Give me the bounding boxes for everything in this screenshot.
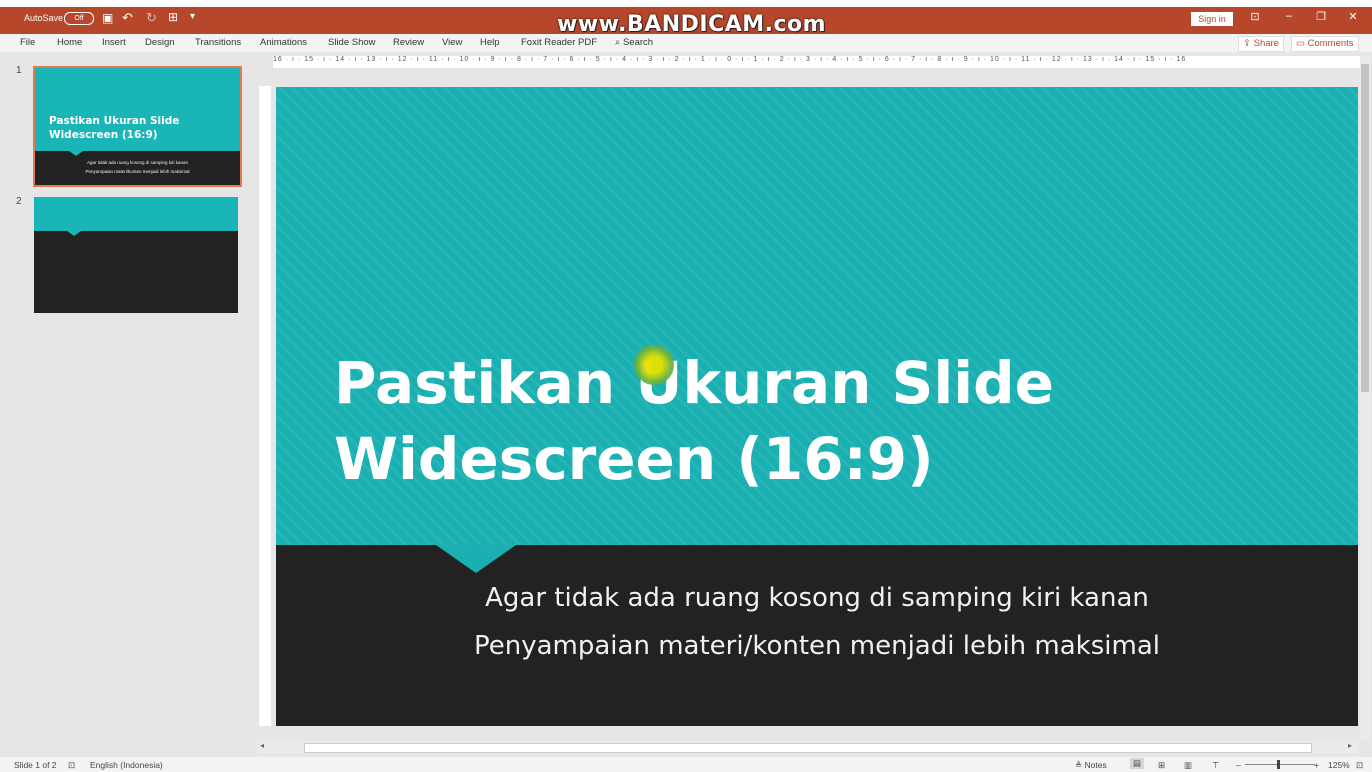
present-icon[interactable]: ⊞ <box>168 10 178 24</box>
tab-design[interactable]: Design <box>145 37 175 48</box>
tab-home[interactable]: Home <box>57 37 82 48</box>
search-box[interactable]: ⌕ Search <box>615 37 653 48</box>
horizontal-scrollbar[interactable]: ◂ ▸ <box>258 741 1358 753</box>
zoom-slider[interactable] <box>1245 764 1315 765</box>
slide-title-line1: Pastikan Ukuran Slide <box>334 349 1054 417</box>
slide-thumbnail-1[interactable]: Pastikan Ukuran Slide Widescreen (16:9) … <box>33 66 242 187</box>
spellcheck-icon[interactable]: ⊡ <box>68 760 75 771</box>
save-icon[interactable]: ▣ <box>102 11 113 25</box>
slide-sorter-icon[interactable]: ⊞ <box>1158 760 1165 771</box>
language-indicator[interactable]: English (Indonesia) <box>90 760 163 770</box>
zoom-level[interactable]: 125% <box>1328 760 1350 770</box>
thumb2-teal-band <box>34 197 238 231</box>
slide-notch <box>436 545 516 573</box>
comment-icon: ▭ <box>1296 38 1305 49</box>
tab-file[interactable]: File <box>20 37 35 48</box>
share-icon: ⇪ <box>1243 38 1251 49</box>
thumb1-sub-line2: Penyampaian materi/konten menjadi lebih … <box>85 169 190 174</box>
autosave-toggle[interactable]: Off <box>64 12 94 25</box>
search-icon: ⌕ <box>615 37 621 48</box>
slide-title-line2: Widescreen (16:9) <box>334 425 934 493</box>
close-icon[interactable]: ✕ <box>1343 10 1363 23</box>
sign-in-button[interactable]: Sign in <box>1191 12 1233 26</box>
thumb2-notch <box>67 231 81 236</box>
thumb1-sub-line1: Agar tidak ada ruang kosong di samping k… <box>86 160 189 165</box>
normal-view-icon[interactable]: ▤ <box>1130 758 1145 769</box>
slide-thumbnail-2[interactable] <box>34 197 238 313</box>
share-label: Share <box>1253 38 1279 49</box>
horizontal-ruler: 16 · ı · 15 · ı · 14 · ı · 13 · ı · 12 ·… <box>273 56 1360 68</box>
comments-label: Comments <box>1307 38 1354 49</box>
ribbon-display-icon[interactable]: ⊡ <box>1245 10 1265 23</box>
slide-subtitle-line1[interactable]: Agar tidak ada ruang kosong di samping k… <box>276 583 1358 613</box>
scroll-left-icon[interactable]: ◂ <box>260 741 264 750</box>
tab-slide-show[interactable]: Slide Show <box>328 37 376 48</box>
notes-button[interactable]: ≜ Notes <box>1075 760 1107 771</box>
vertical-scroll-thumb[interactable] <box>1361 64 1369 392</box>
undo-icon[interactable]: ↶ <box>122 10 133 26</box>
scroll-right-icon[interactable]: ▸ <box>1348 741 1352 750</box>
minimize-icon[interactable]: – <box>1279 10 1299 22</box>
vertical-ruler <box>259 86 271 726</box>
customize-toolbar-icon[interactable]: ▾ <box>190 11 195 22</box>
autosave-state: Off <box>74 15 84 22</box>
redo-icon[interactable]: ↻ <box>146 10 157 26</box>
tab-foxit-reader-pdf[interactable]: Foxit Reader PDF <box>521 37 597 48</box>
tab-help[interactable]: Help <box>480 37 500 48</box>
thumb1-title: Pastikan Ukuran Slide Widescreen (16:9) <box>49 114 179 142</box>
slide-subtitle-line2[interactable]: Penyampaian materi/konten menjadi lebih … <box>276 631 1358 661</box>
title-bar: AutoSave Off ▣ ↶ ↻ ⊞ ▾ www.BANDICAM.com … <box>0 0 1372 37</box>
slide-count: Slide 1 of 2 <box>14 760 57 770</box>
zoom-in-icon[interactable]: + <box>1314 760 1319 770</box>
tab-view[interactable]: View <box>442 37 462 48</box>
tab-review[interactable]: Review <box>393 37 424 48</box>
tab-transitions[interactable]: Transitions <box>195 37 241 48</box>
status-bar: Slide 1 of 2 ⊡ English (Indonesia) ≜ Not… <box>0 757 1372 772</box>
fit-to-window-icon[interactable]: ⊡ <box>1356 760 1363 771</box>
thumb1-notch <box>69 151 83 156</box>
slideshow-view-icon[interactable]: ⊤ <box>1212 760 1219 771</box>
ribbon-tabs: File Home Insert Design Transitions Anim… <box>0 34 1372 52</box>
thumb1-title-line1: Pastikan Ukuran Slide <box>49 115 180 127</box>
reading-view-icon[interactable]: ▥ <box>1184 760 1192 771</box>
comments-button[interactable]: ▭ Comments <box>1291 36 1359 52</box>
share-button[interactable]: ⇪ Share <box>1238 36 1284 52</box>
slide-title[interactable]: Pastikan Ukuran Slide Widescreen (16:9) <box>334 345 1234 497</box>
autosave-label: AutoSave <box>24 13 64 23</box>
main-slide[interactable]: Pastikan Ukuran Slide Widescreen (16:9) … <box>276 87 1358 726</box>
zoom-out-icon[interactable]: – <box>1236 760 1241 770</box>
horizontal-scroll-thumb[interactable] <box>304 743 1312 753</box>
search-label: Search <box>622 37 654 48</box>
mouse-highlight-cursor <box>634 345 674 385</box>
tab-insert[interactable]: Insert <box>102 37 126 48</box>
thumb1-title-line2: Widescreen (16:9) <box>49 129 158 141</box>
thumbnail-number-2: 2 <box>16 196 22 207</box>
restore-icon[interactable]: ❐ <box>1311 10 1331 23</box>
tab-animations[interactable]: Animations <box>260 37 307 48</box>
zoom-slider-thumb[interactable] <box>1277 760 1280 769</box>
thumb1-subtitle: Agar tidak ada ruang kosong di samping k… <box>35 158 240 176</box>
notes-label: Notes <box>1084 760 1107 770</box>
vertical-scrollbar[interactable] <box>1360 56 1370 740</box>
window-top-strip <box>0 0 1372 7</box>
thumbnail-number-1: 1 <box>16 65 22 76</box>
notes-icon: ≜ <box>1075 760 1083 770</box>
